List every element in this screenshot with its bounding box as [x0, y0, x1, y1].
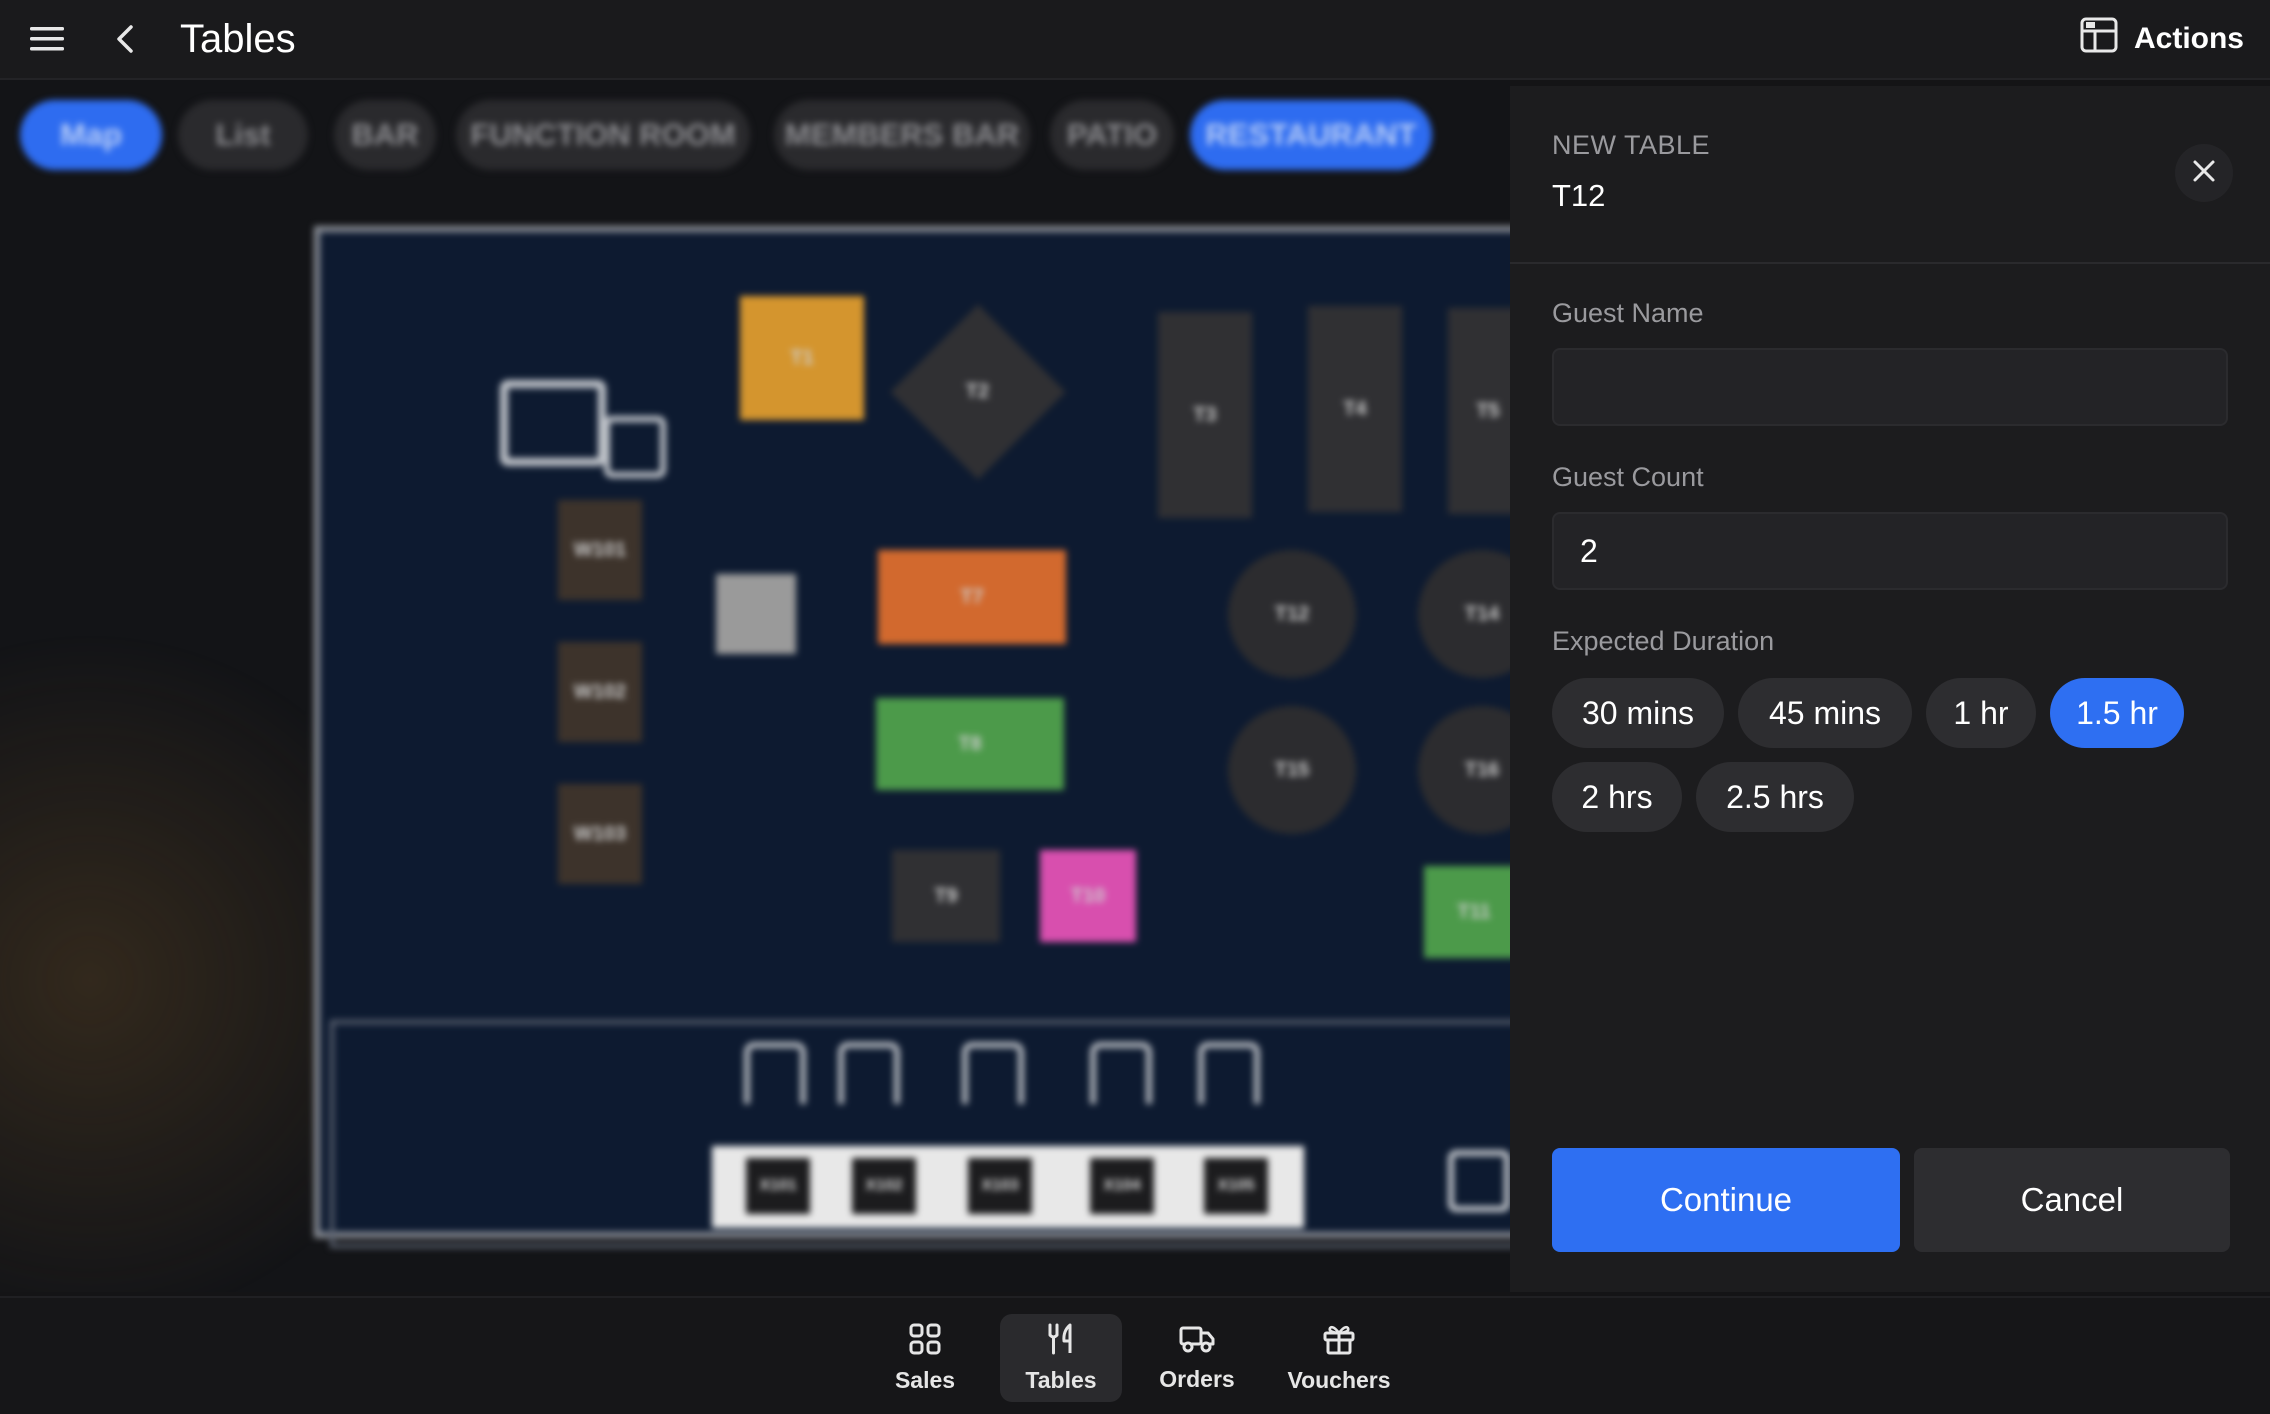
tab-map: Map	[20, 100, 162, 170]
guest-name-input[interactable]	[1552, 348, 2228, 426]
table-card: X101	[746, 1158, 810, 1214]
printer-icon	[604, 416, 666, 478]
duration-option-2-5-hrs[interactable]: 2.5 hrs	[1696, 762, 1854, 832]
continue-button[interactable]: Continue	[1552, 1148, 1900, 1252]
table-card: T12	[1228, 550, 1356, 678]
duration-option-45-mins[interactable]: 45 mins	[1738, 678, 1912, 748]
area-tab-patio: PATIO	[1050, 100, 1174, 170]
guest-count-input[interactable]	[1552, 512, 2228, 590]
expected-duration-label: Expected Duration	[1552, 626, 1775, 656]
nav-item-sales[interactable]: Sales	[872, 1314, 978, 1402]
printer-icon	[1448, 1150, 1510, 1212]
table-card: T5	[1448, 308, 1510, 514]
nav-label: Tables	[1025, 1366, 1097, 1393]
tab-list: List	[178, 100, 308, 170]
table-card: T4	[1308, 306, 1402, 512]
menu-icon[interactable]	[28, 20, 66, 58]
table-card: X102	[852, 1158, 916, 1214]
area-tab-function-room: FUNCTION ROOM	[456, 100, 750, 170]
table-card: X103	[968, 1158, 1032, 1214]
pos-terminal-icon	[500, 380, 606, 466]
table-card: T8	[876, 698, 1064, 790]
area-tab-restaurant: RESTAURANT	[1190, 100, 1432, 170]
nav-item-orders[interactable]: Orders	[1144, 1314, 1250, 1402]
close-icon	[2192, 159, 2216, 188]
page-title: Tables	[180, 17, 296, 61]
new-table-panel: NEW TABLE T12 Guest Name Guest Count Exp…	[1510, 86, 2270, 1292]
table-card: W103	[558, 784, 642, 884]
table-card: T15	[1228, 706, 1356, 834]
bar-counter: X101 X102 X103 X104 X105	[712, 1146, 1304, 1228]
grid-icon	[909, 1323, 941, 1361]
table-card: W101	[558, 500, 642, 600]
actions-button[interactable]: Actions	[2080, 14, 2244, 64]
bottom-navigation: Sales Tables Orders Vouchers	[0, 1296, 2270, 1414]
table-card: W102	[558, 642, 642, 742]
panel-header: NEW TABLE T12	[1510, 86, 2270, 264]
guest-count-label: Guest Count	[1552, 462, 1704, 492]
area-tab-bar: BAR	[334, 100, 436, 170]
guest-name-label: Guest Name	[1552, 298, 1704, 328]
nav-label: Orders	[1159, 1365, 1235, 1392]
table-card: X104	[1090, 1158, 1154, 1214]
nav-label: Sales	[894, 1366, 956, 1393]
duration-option-30-mins[interactable]: 30 mins	[1552, 678, 1724, 748]
table-card: T7	[878, 550, 1066, 644]
area-tab-members-bar: MEMBERS BAR	[774, 100, 1030, 170]
layout-icon	[2080, 17, 2118, 61]
duration-option-2-hrs[interactable]: 2 hrs	[1552, 762, 1682, 832]
gift-icon	[1323, 1323, 1355, 1361]
table-card: T11	[1424, 866, 1510, 958]
panel-heading: NEW TABLE	[1552, 130, 1711, 160]
delivery-truck-icon	[1179, 1324, 1215, 1360]
table-map-background: Map List BAR FUNCTION ROOM MEMBERS BAR P…	[0, 80, 1510, 1292]
fork-knife-icon	[1046, 1323, 1076, 1361]
duration-option-1-5-hr[interactable]: 1.5 hr	[2050, 678, 2184, 748]
top-bar: Tables Actions	[0, 0, 2270, 80]
table-card: X105	[1204, 1158, 1268, 1214]
table-card: T9	[892, 850, 1000, 942]
nav-item-tables[interactable]: Tables	[1000, 1314, 1122, 1402]
table-card: T10	[1040, 850, 1136, 942]
nav-item-vouchers[interactable]: Vouchers	[1272, 1314, 1406, 1402]
table-card: T1	[740, 296, 864, 420]
table-card: T3	[1158, 312, 1252, 518]
actions-label: Actions	[2133, 22, 2244, 55]
cancel-button[interactable]: Cancel	[1914, 1148, 2230, 1252]
close-button[interactable]	[2175, 144, 2233, 202]
back-arrow-icon[interactable]	[106, 20, 144, 58]
duration-option-1-hr[interactable]: 1 hr	[1926, 678, 2036, 748]
nav-label: Vouchers	[1287, 1366, 1391, 1393]
table-name: T12	[1552, 178, 1606, 213]
